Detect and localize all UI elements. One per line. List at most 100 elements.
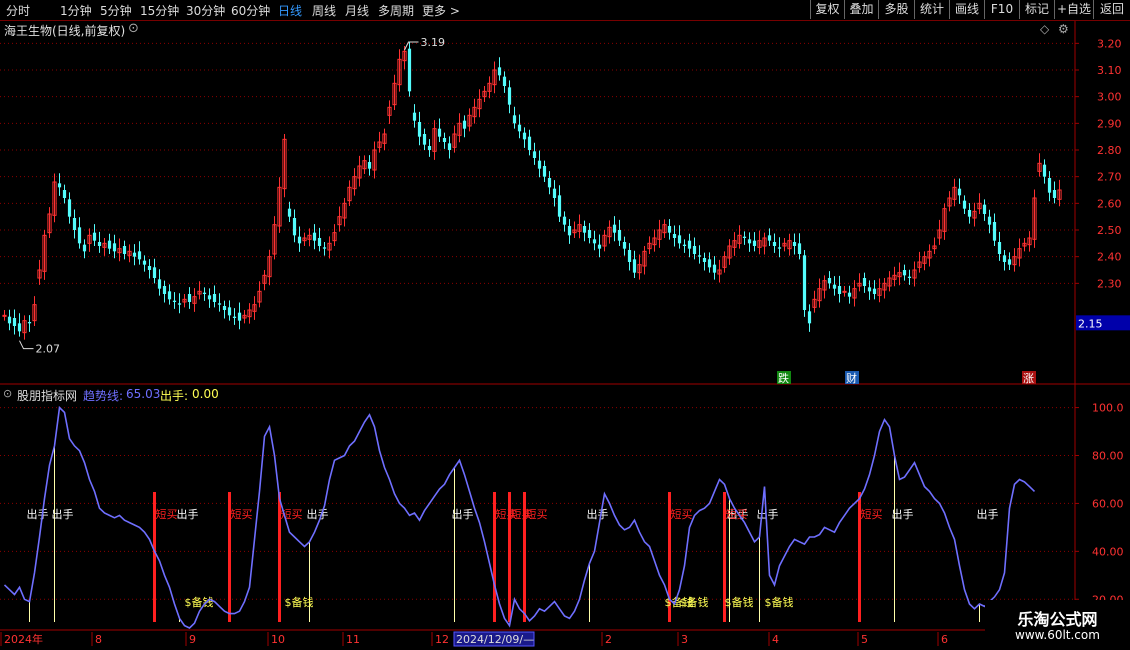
candle-body — [677, 235, 682, 244]
price-tick-label: 3.20 — [1097, 37, 1122, 50]
candle-body — [617, 230, 622, 241]
candle-body — [807, 311, 812, 324]
candle-body — [747, 239, 752, 244]
chushou-label: 出手: — [160, 389, 189, 403]
indicator-title: 股朋指标网 — [17, 389, 78, 403]
candle-body — [527, 136, 532, 150]
chushou-signal-label: 出手 — [52, 507, 74, 521]
indicator-dropdown-icon[interactable]: ⊙ — [3, 387, 12, 400]
mark-button[interactable]: 标记 — [1019, 0, 1054, 19]
kline-chart-area[interactable]: 3.20 3.10 3.00 2.90 2.80 2.70 2.60 2.50 2.40 2.30… — [0, 21, 1130, 650]
candle-body — [7, 316, 12, 324]
time-axis-label: 2024年 — [4, 632, 43, 646]
chushou-signal-label: 出手 — [757, 507, 779, 521]
candle-body — [512, 115, 517, 124]
candle-body — [497, 67, 502, 76]
candle-body — [592, 239, 597, 244]
candle-body — [962, 200, 967, 209]
candle-body — [187, 294, 192, 302]
candle-body — [542, 166, 547, 177]
candle-body — [297, 236, 302, 244]
restore-rights-button[interactable]: 复权 — [810, 0, 844, 19]
candle-body — [627, 250, 632, 262]
candle-body — [207, 295, 212, 300]
chushou-value: 0.00 — [192, 387, 219, 401]
event-marker-label: 跌 — [778, 371, 789, 385]
period-tab-multi[interactable]: 多周期 — [378, 2, 414, 19]
candle-body — [27, 322, 32, 324]
period-tab-15min[interactable]: 15分钟 — [140, 2, 179, 19]
candle-body — [112, 243, 117, 252]
candle-body — [522, 132, 527, 140]
candle-body — [412, 112, 417, 121]
candle-body — [142, 260, 147, 265]
candle-body — [697, 255, 702, 257]
period-tab-monthly[interactable]: 月线 — [345, 2, 369, 19]
price-tick-label: 2.60 — [1097, 197, 1122, 210]
period-tab-daily[interactable]: 日线 — [278, 2, 302, 19]
period-tab-fenshi[interactable]: 分时 — [6, 2, 30, 19]
candle-body — [1042, 164, 1047, 177]
multi-stock-button[interactable]: 多股 — [878, 0, 914, 19]
candle-body — [537, 160, 542, 169]
candle-body — [597, 244, 602, 249]
candle-body — [772, 242, 777, 246]
settings-icon[interactable]: ⚙ — [1058, 22, 1069, 36]
indicator-tick-label: 40.00 — [1092, 545, 1124, 558]
period-tab-30min[interactable]: 30分钟 — [186, 2, 225, 19]
candle-body — [667, 226, 672, 233]
candle-body — [982, 204, 987, 214]
price-tick-label: 2.80 — [1097, 144, 1122, 157]
watermark: 乐淘公式网 www.60lt.com — [985, 600, 1130, 650]
period-tab-more[interactable]: 更多 > — [422, 2, 460, 19]
duanmai-signal-label: 短买 — [156, 507, 178, 521]
candle-body — [837, 286, 842, 294]
candle-body — [1052, 190, 1057, 198]
statistics-button[interactable]: 统计 — [914, 0, 949, 19]
candle-body — [227, 307, 232, 316]
low-annotation-label: 2.07 — [36, 343, 61, 356]
candle-body — [287, 208, 292, 217]
high-annotation-label: 3.19 — [421, 36, 446, 49]
candle-body — [427, 146, 432, 150]
candle-body — [367, 162, 372, 169]
price-tick-label: 2.30 — [1097, 277, 1122, 290]
overlay-button[interactable]: 叠加 — [844, 0, 878, 19]
price-tick-label: 3.00 — [1097, 91, 1122, 104]
candle-body — [672, 234, 677, 238]
period-tab-1min[interactable]: 1分钟 — [60, 2, 92, 19]
period-tab-5min[interactable]: 5分钟 — [100, 2, 132, 19]
candle-body — [442, 138, 447, 142]
candle-body — [177, 303, 182, 305]
period-tab-weekly[interactable]: 周线 — [312, 2, 336, 19]
f10-button[interactable]: F10 — [984, 0, 1019, 19]
beiqian-signal-label: $备钱 — [765, 595, 794, 609]
diamond-icon[interactable]: ◇ — [1040, 22, 1049, 36]
candle-body — [157, 279, 162, 289]
chushou-signal-label: 出手 — [27, 507, 49, 521]
dropdown-circle-icon[interactable]: ⊙ — [128, 21, 139, 36]
add-favorite-button[interactable]: +自选 — [1054, 0, 1093, 19]
draw-line-button[interactable]: 画线 — [949, 0, 984, 19]
chushou-signal-label: 出手 — [977, 507, 999, 521]
candle-body — [797, 243, 802, 254]
time-cursor-label: 2024/12/09/— — [456, 633, 534, 646]
time-axis-label: 12 — [435, 633, 449, 646]
event-marker-label: 财 — [846, 371, 857, 385]
beiqian-signal-label: $备钱 — [285, 595, 314, 609]
candle-body — [827, 278, 832, 284]
period-tab-60min[interactable]: 60分钟 — [231, 2, 270, 19]
candle-body — [462, 120, 467, 129]
candle-body — [212, 294, 217, 302]
candle-body — [2, 314, 7, 317]
candle-body — [447, 143, 452, 150]
time-axis-label: 2 — [605, 633, 612, 646]
time-axis-label: 4 — [772, 633, 779, 646]
low-annotation-line — [19, 340, 34, 350]
price-tick-label: 2.40 — [1097, 251, 1122, 264]
back-button[interactable]: 返回 — [1093, 0, 1130, 19]
candle-body — [867, 287, 872, 292]
candle-body — [692, 246, 697, 254]
trend-line-label: 趋势线: — [83, 389, 124, 403]
candle-body — [557, 195, 562, 217]
